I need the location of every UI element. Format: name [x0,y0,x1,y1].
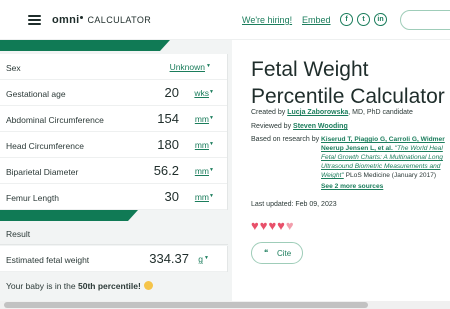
cite-button[interactable]: ❝ Cite [251,242,303,264]
biparietal-label: Biparietal Diameter [6,167,79,177]
created-by: Created by Lucja Zaborowska, MD, PhD can… [251,109,413,116]
abdominal-label: Abdominal Circumference [6,115,104,125]
heart-icon[interactable]: ♥ [268,219,276,233]
research-title-cont[interactable]: Fetal Growth Charts: A Multinational Lon… [321,154,443,161]
chevron-down-icon[interactable]: ▼ [209,115,214,121]
sex-label: Sex [6,63,21,73]
fetal-weight-label: Estimated fetal weight [6,255,90,265]
percentile-value: 50th percentile! [77,281,141,291]
logo-dot [80,15,84,19]
section-accent [0,210,138,221]
heart-icon[interactable]: ♥ [260,219,268,233]
biparietal-input[interactable]: 56.2 [154,163,179,178]
research-label: Based on research by [251,136,320,143]
menu-icon[interactable] [28,15,41,25]
research-authors-cont[interactable]: Neerup Jensen L, et al. [321,145,395,152]
research-line-2: Neerup Jensen L, et al. "The World Heal [321,145,443,152]
cite-label: Cite [277,249,292,258]
biparietal-unit-select[interactable]: mm [195,166,209,176]
gestational-age-row: Gestational age 20 wks ▼ [0,80,227,106]
femur-unit-select[interactable]: mm [195,192,209,202]
chevron-down-icon[interactable]: ▼ [209,193,214,199]
head-row: Head Circumference 180 mm ▼ [0,132,227,158]
top-header: omni CALCULATOR We're hiring! Embed f t … [0,0,450,40]
scrollbar-thumb[interactable] [4,302,368,308]
result-card: Estimated fetal weight 334.37 g ▼ [0,246,228,272]
page-title: Fetal Weight Percentile Calculator [251,58,445,108]
research-title-cont[interactable]: Weight" [321,172,344,179]
research-title-link[interactable]: "The World Heal [395,145,443,152]
gestational-age-label: Gestational age [6,89,66,99]
heart-icon[interactable]: ♥ [251,219,259,233]
section-accent [0,40,170,51]
reviewed-prefix: Reviewed by [251,123,294,130]
heart-half-icon[interactable]: ♥ [286,219,294,233]
sex-row: Sex Unknown ▼ [0,54,227,80]
search-input[interactable] [400,10,450,30]
chevron-down-icon[interactable]: ▼ [204,255,209,261]
more-sources-link[interactable]: See 2 more sources [321,183,383,190]
sex-select[interactable]: Unknown [170,62,205,72]
result-header: Result [0,221,228,245]
research-line-5: Weight" PLoS Medicine (January 2017) [321,172,436,179]
reviewer-link[interactable]: Steven Wooding [293,123,348,130]
created-prefix: Created by [251,109,288,116]
biparietal-row: Biparietal Diameter 56.2 mm ▼ [0,158,227,184]
fetal-weight-output: 334.37 [149,251,189,266]
gestational-age-input[interactable]: 20 [165,85,179,100]
author-credentials: , MD, PhD candidate [348,109,413,116]
head-label: Head Circumference [6,141,84,151]
abdominal-unit-select[interactable]: mm [195,114,209,124]
fetal-weight-unit-select[interactable]: g [198,254,203,264]
percentile-prefix: Your baby is in the [6,281,78,291]
abdominal-input[interactable]: 154 [157,111,179,126]
head-unit-select[interactable]: mm [195,140,209,150]
result-heading: Result [6,229,31,239]
femur-row: Femur Length 30 mm ▼ [0,184,227,210]
gestational-age-unit-select[interactable]: wks [194,88,209,98]
femur-input[interactable]: 30 [165,189,179,204]
hiring-link[interactable]: We're hiring! [242,15,292,25]
abdominal-row: Abdominal Circumference 154 mm ▼ [0,106,227,132]
more-sources: See 2 more sources [321,183,383,190]
research-line-4: Ultrasound Biometric Measurements and [321,163,440,170]
research-authors: Kiserud T, Piaggio G, Carroli G, Widmer [321,136,445,143]
author-link[interactable]: Lucja Zaborowska [287,109,348,116]
research-line-3: Fetal Growth Charts: A Multinational Lon… [321,154,443,161]
chevron-down-icon[interactable]: ▼ [206,63,211,69]
embed-link[interactable]: Embed [302,15,331,25]
reviewed-by: Reviewed by Steven Wooding [251,123,348,130]
fetal-weight-row: Estimated fetal weight 334.37 g ▼ [0,246,227,272]
facebook-icon[interactable]: f [340,13,353,26]
research-authors-link[interactable]: Kiserud T, Piaggio G, Carroli G, Widmer [321,136,445,143]
heart-icon[interactable]: ♥ [277,219,285,233]
twitter-icon[interactable]: t [357,13,370,26]
percentile-message: Your baby is in the 50th percentile! [6,281,153,291]
horizontal-scrollbar[interactable] [0,301,450,309]
research-title-cont[interactable]: Ultrasound Biometric Measurements and [321,163,440,170]
linkedin-icon[interactable]: in [374,13,387,26]
femur-label: Femur Length [6,193,59,203]
calculator-panel: Sex Unknown ▼ Gestational age 20 wks ▼ A… [0,40,232,309]
chevron-down-icon[interactable]: ▼ [209,141,214,147]
chevron-down-icon[interactable]: ▼ [209,89,214,95]
logo-text: omni [52,14,80,26]
logo-subtext: CALCULATOR [87,15,152,25]
last-updated: Last updated: Feb 09, 2023 [251,201,337,208]
research-journal: PLoS Medicine (January 2017) [343,172,437,179]
rating-hearts[interactable]: ♥ ♥ ♥ ♥ ♥ [251,219,294,233]
head-input[interactable]: 180 [157,137,179,152]
chevron-down-icon[interactable]: ▼ [209,167,214,173]
smile-emoji-icon [143,281,153,290]
quote-icon: ❝ [264,248,269,257]
inputs-card: Sex Unknown ▼ Gestational age 20 wks ▼ A… [0,54,228,210]
omni-logo[interactable]: omni CALCULATOR [52,13,151,27]
